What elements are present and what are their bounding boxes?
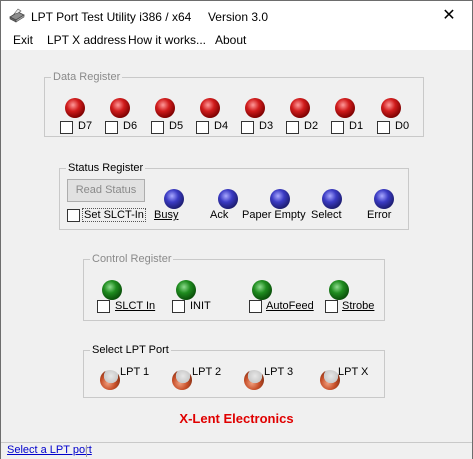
status-led-paper-empty — [267, 186, 293, 212]
status-label-error: Error — [367, 209, 392, 221]
data-label-d6: D6 — [123, 120, 138, 132]
status-led-error — [371, 186, 397, 212]
window-title: LPT Port Test Utility i386 / x64 Version… — [31, 10, 269, 24]
control-register-title: Control Register — [90, 252, 174, 266]
menu-about[interactable]: About — [215, 33, 246, 47]
set-slct-in-label: Set SLCT-In — [82, 208, 146, 222]
status-led-select — [319, 186, 345, 212]
lpt-2-port-icon[interactable] — [169, 367, 195, 393]
control-led-autofeed — [249, 277, 275, 303]
lpt-3-label[interactable]: LPT 3 — [264, 366, 293, 378]
data-label-d2: D2 — [304, 120, 319, 132]
printer-icon — [9, 8, 25, 23]
select-lpt-port-title: Select LPT Port — [90, 343, 171, 357]
data-checkbox-d4[interactable] — [196, 121, 209, 134]
control-label-slct-in: SLCT In — [115, 300, 156, 312]
status-label-ack: Ack — [210, 209, 229, 221]
data-led-d1 — [332, 95, 358, 121]
status-bar-text: Select a LPT port — [7, 444, 92, 456]
status-bar: Select a LPT port — [1, 442, 472, 459]
lpt-x-port-icon[interactable] — [317, 367, 343, 393]
data-label-d1: D1 — [349, 120, 364, 132]
menu-how-it-works[interactable]: How it works... — [128, 33, 206, 47]
brand-label: X-Lent Electronics — [179, 411, 294, 426]
data-led-d4 — [197, 95, 223, 121]
data-checkbox-d5[interactable] — [151, 121, 164, 134]
data-label-d7: D7 — [78, 120, 93, 132]
data-led-d5 — [152, 95, 178, 121]
data-checkbox-d0[interactable] — [377, 121, 390, 134]
control-led-init — [173, 277, 199, 303]
data-led-d7 — [62, 95, 88, 121]
app-window: LPT Port Test Utility i386 / x64 Version… — [0, 0, 473, 459]
control-label-strobe: Strobe — [342, 300, 375, 312]
select-lpt-port-group: Select LPT Port LPT 1 LPT 2 LPT 3 LPT X — [83, 343, 385, 398]
status-register-title: Status Register — [66, 161, 146, 175]
control-checkbox-slct-in[interactable] — [97, 300, 110, 313]
data-led-d0 — [378, 95, 404, 121]
status-register-group: Status Register Read Status Set SLCT-In … — [59, 161, 409, 230]
read-status-button[interactable]: Read Status — [67, 179, 145, 202]
data-checkbox-d7[interactable] — [60, 121, 73, 134]
menu-lpt-x-address[interactable]: LPT X address — [47, 33, 126, 47]
status-label-select: Select — [311, 209, 342, 221]
data-label-d4: D4 — [214, 120, 229, 132]
control-register-group: Control Register SLCT In INIT AutoFeed S… — [83, 252, 385, 321]
status-led-busy — [161, 186, 187, 212]
data-checkbox-d3[interactable] — [241, 121, 254, 134]
close-button[interactable]: ✕ — [426, 1, 472, 31]
control-led-strobe — [326, 277, 352, 303]
lpt-x-label[interactable]: LPT X — [338, 366, 368, 378]
menu-exit[interactable]: Exit — [13, 33, 33, 47]
data-register-group: Data Register D7 D6 D5 D4 D3 D2 D1 D0 — [44, 70, 424, 137]
control-label-init: INIT — [190, 300, 211, 312]
control-checkbox-init[interactable] — [172, 300, 185, 313]
control-checkbox-autofeed[interactable] — [249, 300, 262, 313]
control-led-slct-in — [99, 277, 125, 303]
set-slct-in-checkbox[interactable] — [67, 209, 80, 222]
data-register-title: Data Register — [51, 70, 123, 84]
lpt-1-port-icon[interactable] — [97, 367, 123, 393]
status-bar-separator — [86, 445, 87, 457]
data-checkbox-d6[interactable] — [105, 121, 118, 134]
status-label-busy: Busy — [154, 209, 179, 221]
menu-bar: Exit LPT X address How it works... About — [1, 31, 472, 50]
data-label-d3: D3 — [259, 120, 274, 132]
status-label-paper-empty: Paper Empty — [242, 209, 306, 221]
title-bar: LPT Port Test Utility i386 / x64 Version… — [1, 1, 472, 31]
control-checkbox-strobe[interactable] — [325, 300, 338, 313]
client-area: Data Register D7 D6 D5 D4 D3 D2 D1 D0 St… — [1, 50, 472, 442]
lpt-2-label[interactable]: LPT 2 — [192, 366, 221, 378]
lpt-1-label[interactable]: LPT 1 — [120, 366, 149, 378]
data-led-d6 — [107, 95, 133, 121]
control-label-autofeed: AutoFeed — [266, 300, 314, 312]
data-label-d0: D0 — [395, 120, 410, 132]
data-led-d3 — [242, 95, 268, 121]
lpt-3-port-icon[interactable] — [241, 367, 267, 393]
status-led-ack — [215, 186, 241, 212]
data-checkbox-d2[interactable] — [286, 121, 299, 134]
data-label-d5: D5 — [169, 120, 184, 132]
data-led-d2 — [287, 95, 313, 121]
data-checkbox-d1[interactable] — [331, 121, 344, 134]
